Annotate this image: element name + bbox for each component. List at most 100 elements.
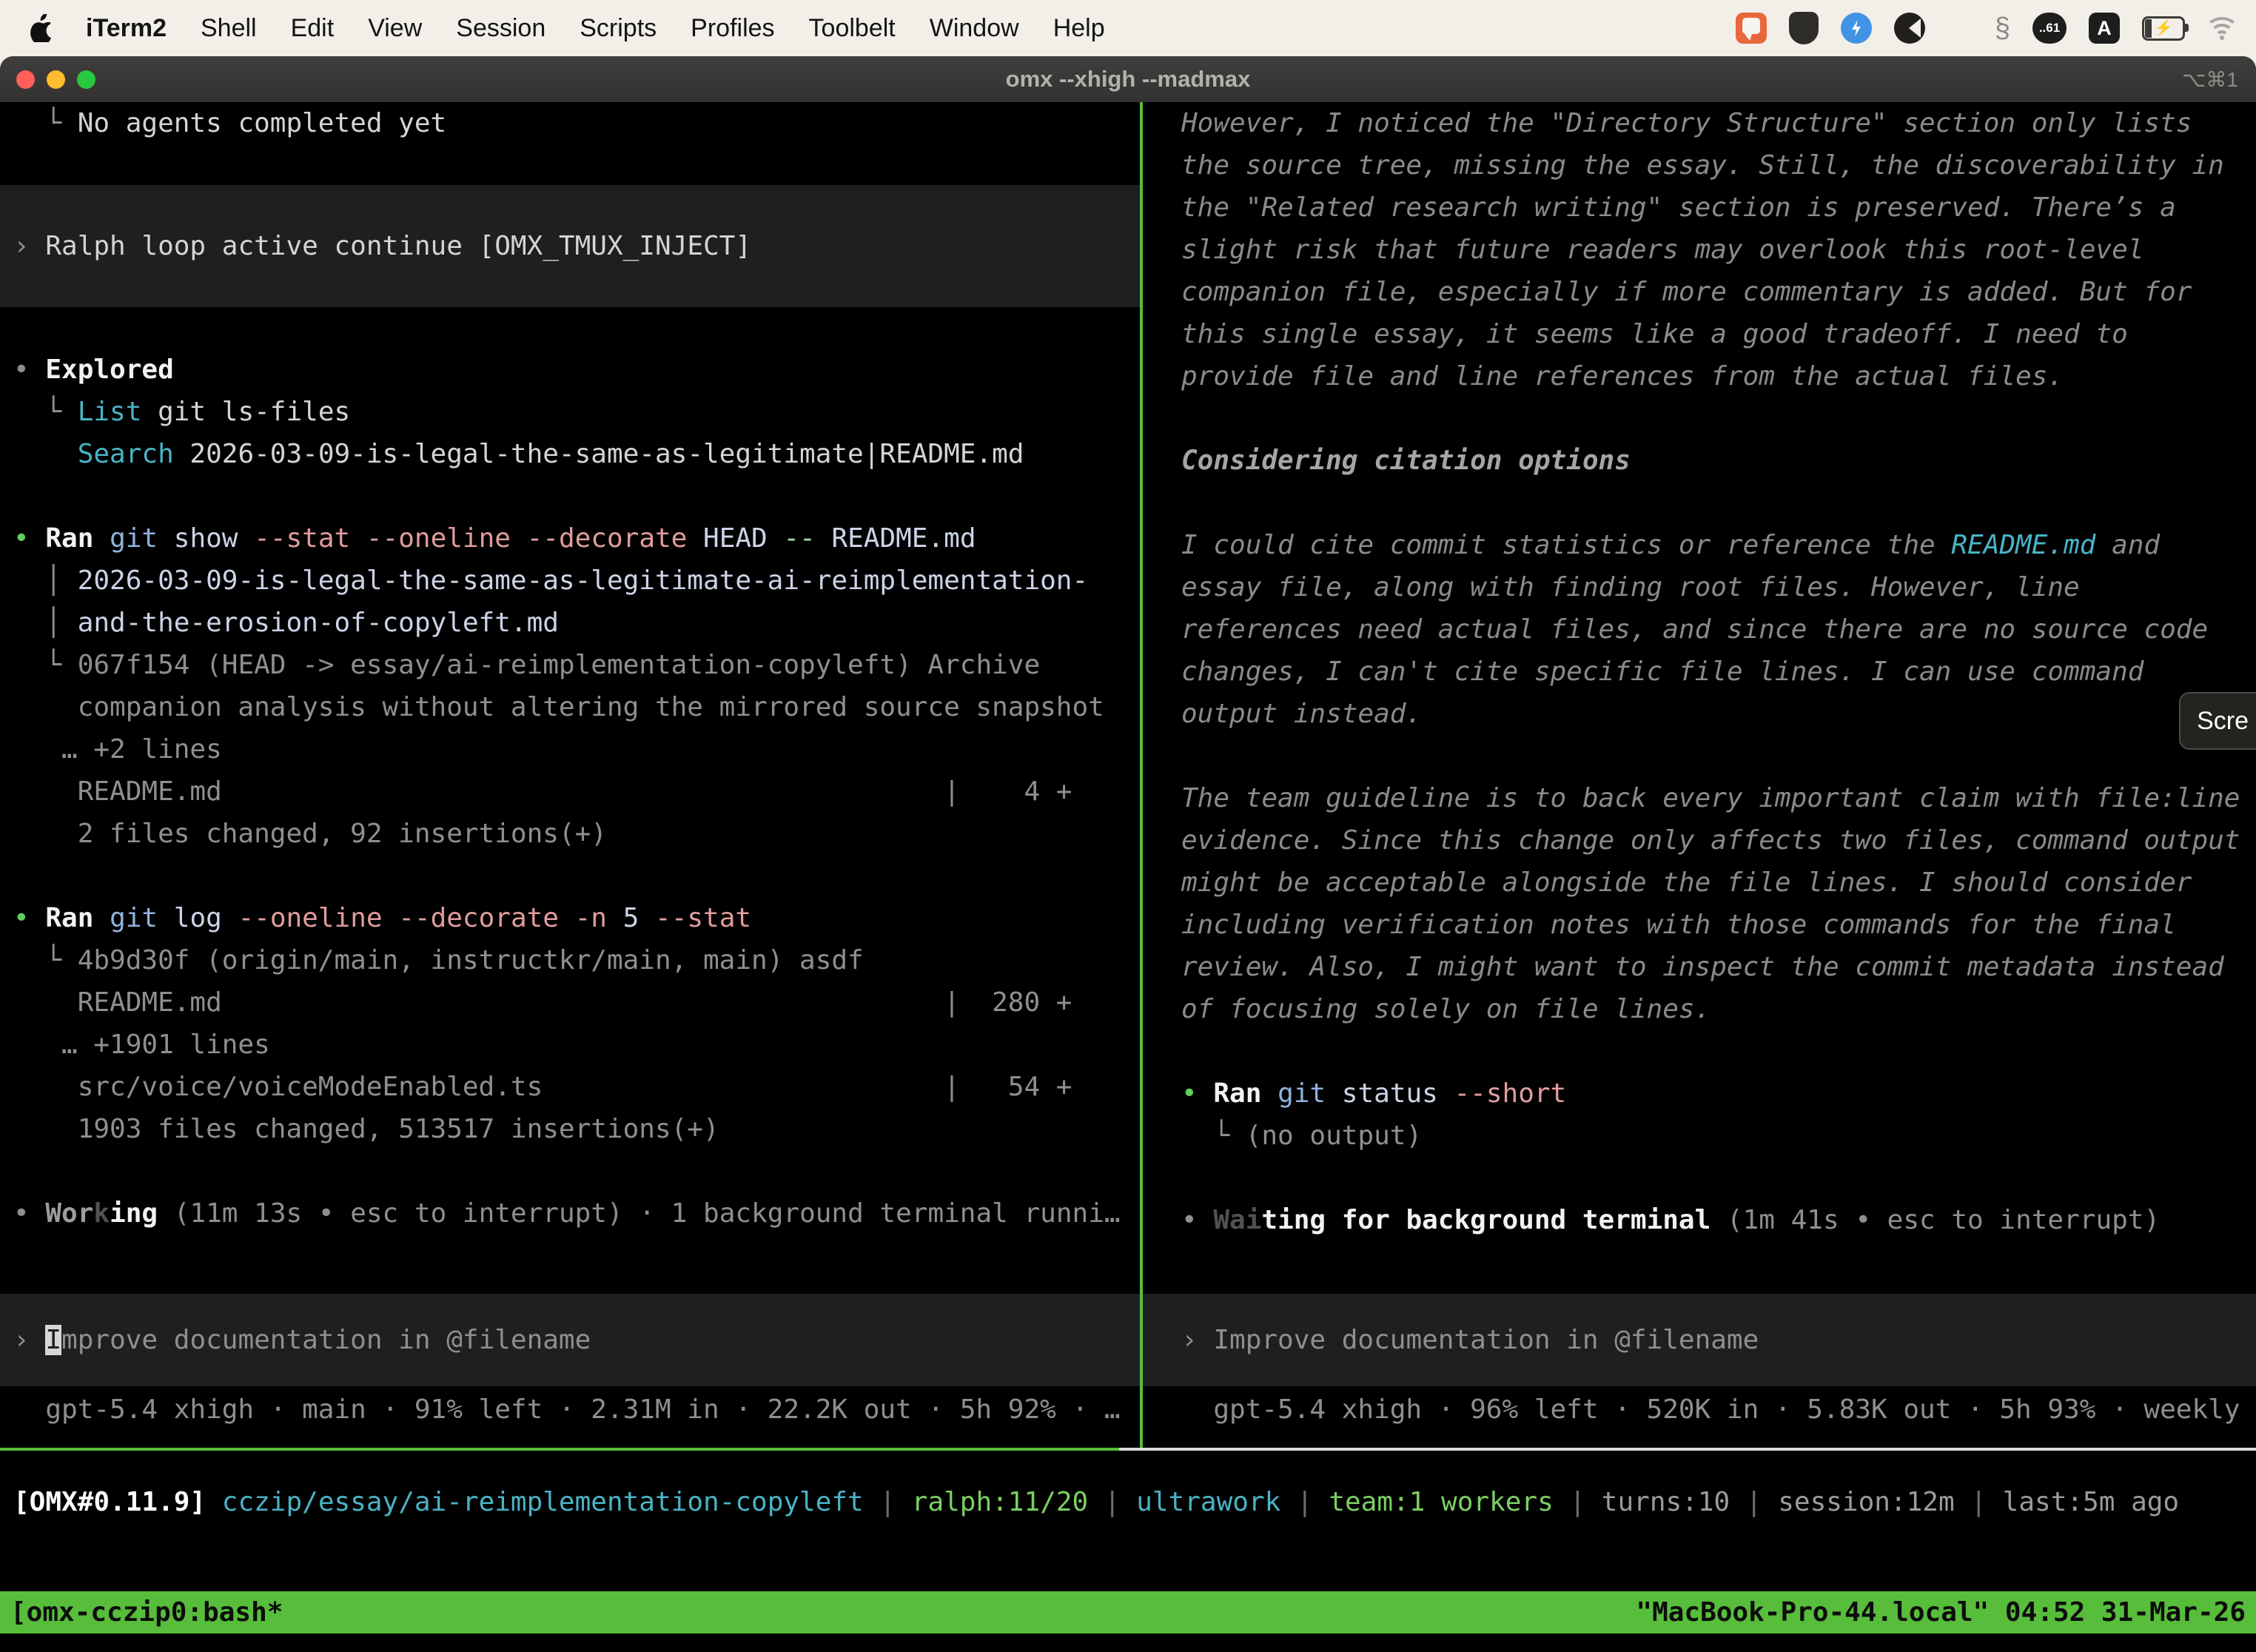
terminal-line: … +2 lines [13,728,1140,770]
menu-bar: iTerm2 Shell Edit View Session Scripts Profile… [0,0,2256,56]
terminal-line: the source tree, missing the essay. Stil… [1181,144,2256,187]
terminal-line: README.md | 4 + [13,770,1140,813]
text-segment [93,903,110,933]
menu-item-window[interactable]: Window [930,14,1019,43]
text-segment: └ [1181,1121,1246,1151]
screen-tooltip[interactable]: Scre [2179,692,2256,750]
terminal-line: 1903 files changed, 513517 insertions(+) [13,1108,1140,1150]
text-segment: references need actual files, and since … [1181,614,2208,645]
terminal-line: Considering citation options [1181,440,2256,482]
text-segment: show [158,523,254,554]
text-segment: └ [13,650,78,680]
text-segment: --stat --oneline --decorate [254,523,687,554]
tmux-session-label: [omx-cczip0:bash* [10,1597,283,1628]
text-segment: evidence. Since this change only affects… [1181,825,2240,856]
text-segment: review. Also, I might want to inspect th… [1181,952,2224,982]
terminal-line: › Improve documentation in @filename [1181,1319,2256,1361]
blue-badge-icon[interactable] [1841,13,1872,44]
terminal-line: • Ran git log --oneline --decorate -n 5 … [13,897,1140,939]
zoom-button[interactable] [77,70,95,89]
text-segment: Wai [1213,1205,1261,1235]
apple-menu-icon[interactable] [30,14,53,42]
text-segment: this single essay, it seems like a good … [1181,319,2128,349]
text-segment: ralph:11/20 [912,1487,1088,1517]
terminal-line: › Ralph loop active continue [OMX_TMUX_I… [13,225,1140,267]
blank-line [1181,482,2256,524]
menu-item-profiles[interactable]: Profiles [691,14,774,43]
text-segment: cczip/essay/ai-reimplementation-copyleft [222,1487,864,1517]
text-segment: git [110,523,158,554]
menu-item-shell[interactable]: Shell [201,14,257,43]
close-button[interactable] [16,70,35,89]
menu-item-edit[interactable]: Edit [291,14,335,43]
terminal-line: essay file, along with finding root file… [1181,566,2256,608]
terminal-line: 2 files changed, 92 insertions(+) [13,813,1140,855]
text-segment: 2026-03-09-is-legal-the-same-as-legitima… [78,565,1088,596]
text-segment: of focusing solely on file lines. [1181,994,1711,1024]
text-segment: turns:10 [1602,1487,1730,1517]
model-status-line: gpt-5.4 xhigh · main · 91% left · 2.31M … [13,1389,1140,1431]
dots-grid-icon[interactable] [1947,16,1973,41]
text-segment: | [1955,1487,2003,1517]
text-segment: │ [13,565,78,596]
menu-item-toolbelt[interactable]: Toolbelt [809,14,896,43]
menu-item-view[interactable]: View [368,14,422,43]
terminal-line: references need actual files, and since … [1181,608,2256,651]
battery-icon[interactable]: ⚡ [2142,16,2185,41]
text-segment: • [1181,1078,1213,1109]
terminal-line: provide file and line references from th… [1181,355,2256,397]
text-segment: --oneline --decorate -n [238,903,622,933]
terminal-line: this single essay, it seems like a good … [1181,313,2256,355]
menu-item-scripts[interactable]: Scripts [580,14,657,43]
text-segment: › [13,1325,45,1355]
wifi-icon[interactable] [2207,17,2237,39]
text-segment: status [1326,1078,1454,1109]
text-segment: Considering citation options [1181,446,1631,476]
menu-item-session[interactable]: Session [456,14,545,43]
menu-item-help[interactable]: Help [1053,14,1105,43]
terminal-line: Search 2026-03-09-is-legal-the-same-as-l… [13,433,1140,475]
minimize-button[interactable] [47,70,65,89]
text-segment: Wor [45,1198,93,1229]
menu-item-list: iTerm2 Shell Edit View Session Scripts Profile… [86,14,1105,43]
text-segment: No agents completed yet [78,108,447,138]
tmux-status-bar: [omx-cczip0:bash* "MacBook-Pro-44.local"… [0,1591,2256,1633]
terminal-line: • Explored [13,349,1140,391]
text-segment: ing [110,1198,158,1229]
text-segment: essay file, along with finding root file… [1181,572,2080,602]
text-segment: 4b9d30f (origin/main, instructkr/main, m… [78,945,864,976]
messages-icon[interactable] [1736,13,1767,44]
terminal-line: └ 4b9d30f (origin/main, instructkr/main,… [13,939,1140,981]
prompt-input[interactable]: › Improve documentation in @filename [0,1294,1140,1386]
blank-line [1181,735,2256,777]
text-segment: The team guideline is to back every impo… [1181,783,2240,813]
window-title: omx --xhigh --madmax [0,66,2256,93]
terminal-line: • Ran git status --short [1181,1072,2256,1115]
a-badge-icon[interactable]: A [2089,13,2120,44]
text-segment: › [13,231,45,261]
prompt-input[interactable]: › Improve documentation in @filename [1143,1294,2256,1386]
right-terminal-pane[interactable]: However, I noticed the "Directory Struct… [1143,102,2256,1448]
text-segment: Improve documentation in @filename [1213,1325,1759,1355]
text-segment: • [1181,1205,1213,1235]
text-segment: --short [1454,1078,1567,1109]
text-segment: including verification notes with those … [1181,910,2176,940]
window-title-bar[interactable]: omx --xhigh --madmax ⌥⌘1 [0,56,2256,102]
shield-grid-icon[interactable] [1789,12,1819,44]
text-segment: changes, I can't cite specific file line… [1181,657,2143,687]
text-segment [13,439,78,469]
text-segment: last:5m ago [2003,1487,2179,1517]
text-segment: companion analysis without altering the … [13,692,1104,722]
terminal-line: │ and-the-erosion-of-copyleft.md [13,602,1140,644]
terminal-line: However, I noticed the "Directory Struct… [1181,102,2256,144]
hook-icon[interactable]: § [1995,13,2010,44]
chevron-circle-icon[interactable] [1894,13,1925,44]
menu-item-iterm2[interactable]: iTerm2 [86,14,167,43]
count-badge-icon[interactable]: ..61 [2032,13,2067,44]
text-segment: (1m 41s • esc to interrupt) [1711,1205,2160,1235]
terminal-line: of focusing solely on file lines. [1181,988,2256,1030]
left-terminal-pane[interactable]: └ No agents completed yet › Ralph loop ac… [0,102,1140,1448]
text-segment: gpt-5.4 xhigh · main · 91% left · 2.31M … [13,1394,1121,1425]
text-segment: › [1181,1325,1213,1355]
text-segment: git ls-files [141,397,350,427]
